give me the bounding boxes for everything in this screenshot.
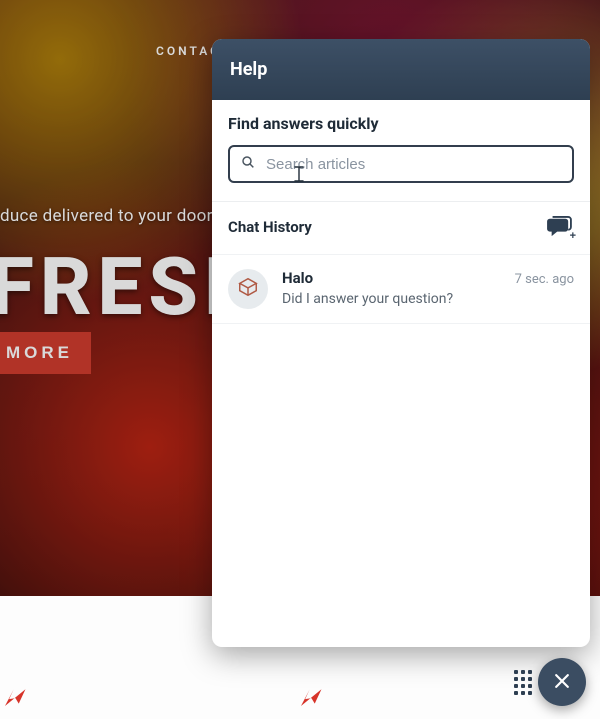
close-help-button[interactable]: [538, 658, 586, 706]
chat-item-time: 7 sec. ago: [515, 272, 574, 287]
find-answers-title: Find answers quickly: [228, 114, 574, 133]
new-chat-icon: [546, 216, 572, 238]
help-panel: Help Find answers quickly Chat History +: [212, 39, 590, 647]
search-icon: [240, 154, 256, 174]
close-icon: [552, 671, 572, 694]
plus-icon: +: [570, 230, 576, 242]
hero-tagline: duce delivered to your doorstep: [0, 206, 247, 226]
search-input[interactable]: [266, 156, 562, 173]
avatar: [228, 269, 268, 309]
find-answers-section: Find answers quickly: [212, 100, 590, 202]
airplane-icon: [296, 682, 326, 712]
new-chat-button[interactable]: +: [544, 214, 574, 240]
app-stage: CONTACT duce delivered to your doorstep …: [0, 0, 600, 719]
chat-item-body: Halo 7 sec. ago Did I answer your questi…: [282, 269, 574, 307]
chat-item-snippet: Did I answer your question?: [282, 291, 574, 307]
drag-handle-icon[interactable]: [514, 670, 532, 700]
help-panel-title: Help: [212, 39, 590, 100]
chat-history-item[interactable]: Halo 7 sec. ago Did I answer your questi…: [212, 254, 590, 324]
chat-history-header: Chat History +: [212, 202, 590, 246]
learn-more-button[interactable]: MORE: [0, 332, 91, 374]
search-field-wrapper[interactable]: [228, 145, 574, 183]
airplane-icon: [0, 682, 30, 712]
chat-history-title: Chat History: [228, 218, 312, 236]
bot-avatar-icon: [237, 276, 259, 302]
chat-item-name: Halo: [282, 269, 313, 287]
